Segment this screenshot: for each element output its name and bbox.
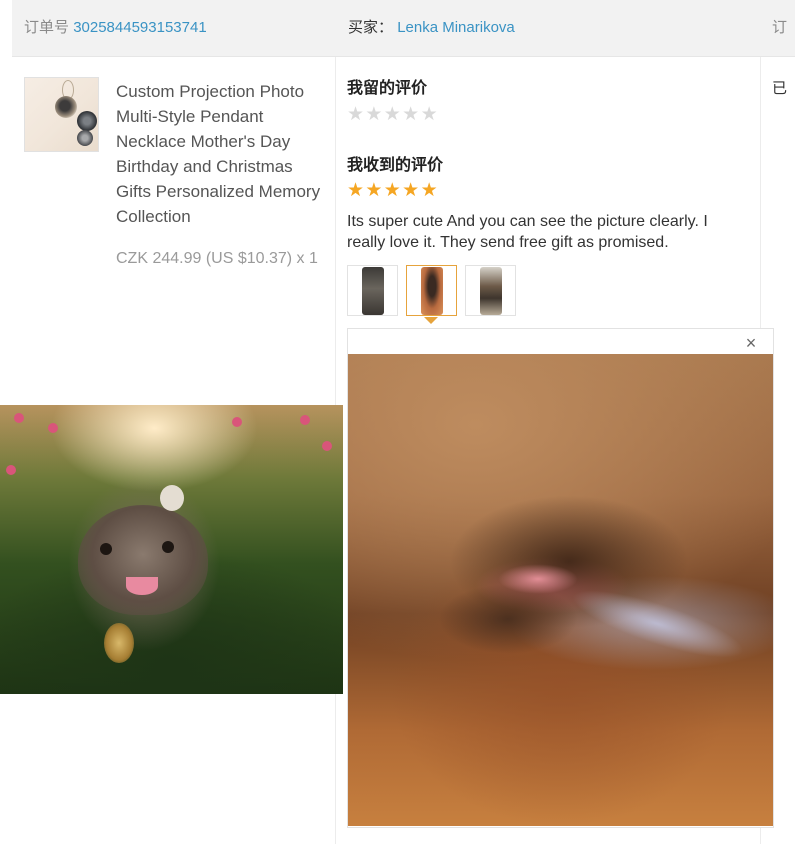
star-icon: ★ <box>383 180 401 201</box>
received-review-title: 我收到的评价 <box>347 157 444 174</box>
star-icon: ★ <box>420 180 438 201</box>
order-number-link[interactable]: 3025844593153741 <box>73 19 206 36</box>
pendant-image <box>77 130 93 146</box>
pug-eye <box>100 543 112 555</box>
buyer-name-link[interactable]: Lenka Minarikova <box>397 19 515 36</box>
pug-photo <box>0 405 343 694</box>
order-number-group: 订单号 3025844593153741 <box>24 18 207 38</box>
pendant-image <box>77 111 97 131</box>
header-right-label: 订 <box>772 19 788 36</box>
selected-thumbnail-caret <box>424 317 438 324</box>
flower-bud <box>104 623 134 663</box>
photo-detail <box>566 577 750 671</box>
buyer-group: 买家： Lenka Minarikova <box>348 18 515 38</box>
flower <box>232 417 242 427</box>
review-text: Its super cute And you can see the pictu… <box>347 213 708 251</box>
star-icon: ★ <box>365 104 383 125</box>
buyer-label: 买家： <box>348 19 394 36</box>
star-icon: ★ <box>347 180 365 201</box>
order-status-cut: 已 <box>772 80 788 97</box>
pug-tongue <box>126 577 158 595</box>
star-icon: ★ <box>420 104 438 125</box>
review-photo-thumbnail-3[interactable] <box>465 265 516 316</box>
product-title[interactable]: Custom Projection Photo Multi-Style Pend… <box>116 79 326 229</box>
review-photo-image <box>362 267 384 315</box>
my-review-title: 我留的评价 <box>347 80 428 97</box>
my-review-stars: ★★★★★ <box>347 105 439 125</box>
enlarged-review-photo[interactable] <box>348 354 773 826</box>
photo-detail <box>438 584 578 654</box>
flower <box>6 465 16 475</box>
order-header: 订单号 3025844593153741 买家： Lenka Minarikov… <box>12 0 795 57</box>
review-photo-image <box>421 267 443 315</box>
close-icon[interactable]: × <box>741 333 761 353</box>
star-icon: ★ <box>383 104 401 125</box>
review-photo-thumbnail-1[interactable] <box>347 265 398 316</box>
flower <box>300 415 310 425</box>
pug-face <box>78 505 208 615</box>
star-icon: ★ <box>347 104 365 125</box>
photo-detail <box>498 564 578 594</box>
pug-ear <box>160 485 184 511</box>
flower <box>322 441 332 451</box>
star-icon: ★ <box>402 180 420 201</box>
review-photo-image <box>480 267 502 315</box>
review-photo-thumbnail-2[interactable] <box>406 265 457 316</box>
flower <box>48 423 58 433</box>
star-icon: ★ <box>402 104 420 125</box>
pendant-image <box>55 96 77 118</box>
product-price: CZK 244.99 (US $10.37) x 1 <box>116 250 318 267</box>
product-image[interactable] <box>24 77 99 152</box>
star-icon: ★ <box>365 180 383 201</box>
order-number-label: 订单号 <box>24 19 70 36</box>
flower <box>14 413 24 423</box>
pug-eye <box>162 541 174 553</box>
received-review-stars: ★★★★★ <box>347 181 439 201</box>
